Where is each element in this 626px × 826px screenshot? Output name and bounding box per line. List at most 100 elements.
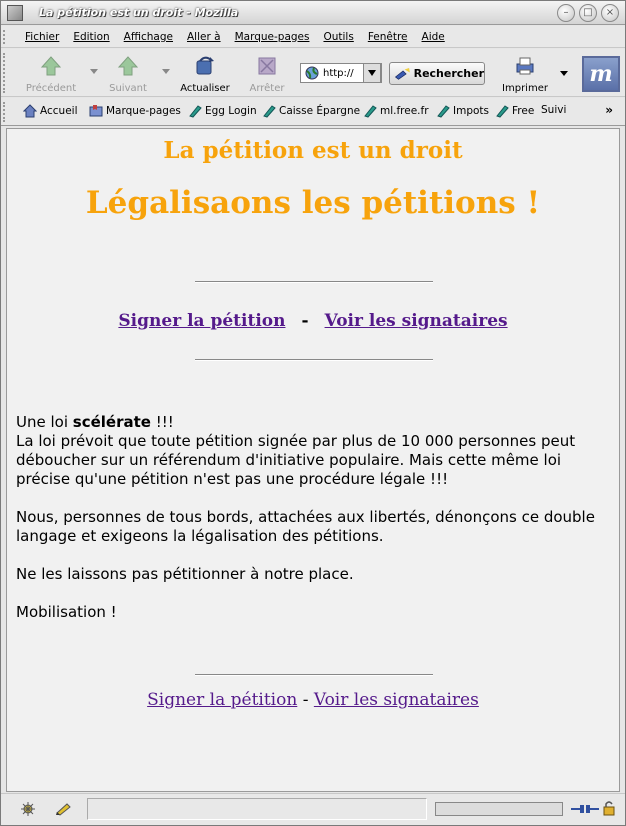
print-label: Imprimer [502, 83, 548, 94]
toolbar-grip[interactable] [3, 102, 9, 122]
print-dropdown[interactable] [560, 71, 568, 76]
forward-label: Suivant [109, 83, 147, 94]
paragraph-mobilisation: Mobilisation ! [16, 603, 117, 621]
minimize-button[interactable]: – [557, 4, 575, 22]
law-explanation: La loi prévoit que toute pétition signée… [16, 432, 576, 488]
paragraph-call: Ne les laissons pas pétitionner à notre … [16, 565, 354, 583]
bookmark-label: Marque-pages [106, 105, 181, 117]
sign-petition-link[interactable]: Signer la pétition [118, 311, 285, 331]
menu-view[interactable]: Affichage [124, 31, 173, 43]
bookmark-pen-icon [263, 105, 276, 118]
bookmarks-overflow-chevron-icon[interactable]: » [605, 103, 613, 117]
bookmark-label: Suivi [541, 104, 567, 116]
url-field[interactable]: http:// [300, 63, 382, 83]
link-separator: - [302, 690, 309, 710]
mail-pen-icon[interactable] [55, 801, 73, 817]
progress-bar [435, 802, 563, 816]
law-suffix: !!! [150, 413, 174, 431]
menu-window[interactable]: Fenêtre [368, 31, 408, 43]
forward-history-dropdown[interactable] [162, 69, 170, 74]
bottom-links: Signer la pétition - Voir les signataire… [7, 690, 619, 710]
bookmark-label: Caisse Épargne [279, 105, 361, 117]
bookmarks-folder-icon [89, 105, 103, 117]
url-dropdown-button[interactable] [363, 63, 381, 83]
paragraph-demand: Nous, personnes de tous bords, attachées… [16, 508, 595, 545]
mozilla-logo[interactable]: m [582, 56, 620, 92]
bookmark-free[interactable]: Free [495, 104, 534, 118]
search-button[interactable]: Rechercher [389, 62, 485, 85]
divider [195, 359, 433, 361]
bookmark-label: Accueil [40, 105, 78, 117]
sign-petition-link[interactable]: Signer la pétition [147, 690, 297, 710]
navigator-icon[interactable] [19, 801, 37, 817]
bookmark-label: Egg Login [205, 105, 257, 117]
menu-file[interactable]: Fichier [25, 31, 59, 43]
site-globe-icon [305, 66, 319, 80]
window-menu-icon[interactable] [7, 4, 23, 21]
maximize-button[interactable]: □ [579, 4, 597, 22]
forward-arrow-icon [117, 56, 139, 76]
toolbar-grip[interactable] [3, 30, 9, 44]
petition-text: Une loi scélérate !!! La loi prévoit que… [16, 413, 616, 641]
bookmark-pen-icon [496, 105, 509, 118]
view-signatories-link[interactable]: Voir les signataires [325, 311, 508, 331]
close-button[interactable]: × [601, 4, 619, 22]
printer-icon [516, 57, 534, 75]
bookmark-bookmarks-menu[interactable]: Marque-pages [89, 104, 181, 118]
menu-bookmarks[interactable]: Marque-pages [235, 31, 310, 43]
toolbar-grip[interactable] [3, 53, 9, 93]
bookmark-pen-icon [189, 105, 202, 118]
paragraph-law: Une loi scélérate !!! La loi prévoit que… [16, 413, 616, 489]
security-lock-icon[interactable] [602, 800, 616, 816]
search-label: Rechercher [413, 67, 484, 80]
bookmark-label: ml.free.fr [380, 105, 429, 117]
chevron-down-icon [368, 70, 376, 76]
divider [195, 674, 433, 676]
stop-button[interactable]: Arrêter [237, 53, 297, 94]
search-flashlight-icon [394, 67, 410, 80]
reload-label: Actualiser [180, 83, 230, 94]
back-history-dropdown[interactable] [90, 69, 98, 74]
bookmark-caisse-epargne[interactable]: Caisse Épargne [262, 104, 360, 118]
home-icon [23, 104, 37, 118]
browser-window: La pétition est un droit - Mozilla – □ ×… [0, 0, 626, 826]
reload-button[interactable]: Actualiser [175, 53, 235, 94]
bookmark-impots[interactable]: Impots [436, 104, 489, 118]
back-arrow-icon [40, 56, 62, 76]
page-content: La pétition est un droit Légalisaons les… [6, 128, 620, 792]
bookmark-pen-icon [364, 105, 377, 118]
url-text: http:// [323, 67, 354, 79]
bookmark-egg-login[interactable]: Egg Login [188, 104, 257, 118]
menu-tools[interactable]: Outils [323, 31, 353, 43]
online-connection-icon[interactable] [571, 802, 599, 816]
forward-button[interactable]: Suivant [98, 53, 158, 94]
bookmark-pen-icon [437, 105, 450, 118]
back-button[interactable]: Précédent [21, 53, 81, 94]
menu-edit[interactable]: Edition [73, 31, 109, 43]
bookmarks-toolbar: Accueil Marque-pages Egg Login Caisse Ép… [1, 98, 625, 126]
stop-label: Arrêter [249, 83, 285, 94]
status-bar [1, 793, 625, 825]
bookmark-home[interactable]: Accueil [23, 104, 78, 118]
window-controls: – □ × [557, 4, 619, 22]
menu-go[interactable]: Aller à [187, 31, 221, 43]
bookmark-ml-free[interactable]: ml.free.fr [363, 104, 429, 118]
print-button[interactable]: Imprimer [495, 53, 555, 94]
law-prefix: Une loi [16, 413, 73, 431]
stop-icon [258, 57, 276, 75]
law-bold-word: scélérate [72, 413, 151, 431]
view-signatories-link[interactable]: Voir les signataires [314, 690, 479, 710]
page-subtitle: La pétition est un droit [163, 137, 463, 164]
menu-help[interactable]: Aide [422, 31, 445, 43]
reload-icon [196, 56, 214, 75]
link-separator: - [301, 311, 309, 331]
back-label: Précédent [25, 83, 77, 94]
bookmark-label: Free [512, 105, 535, 117]
top-links: Signer la pétition - Voir les signataires [7, 311, 619, 331]
page-headline: Légalisaons les pétitions ! [85, 185, 541, 221]
bookmark-suivi[interactable]: Suivi [541, 104, 566, 116]
menu-bar: Fichier Edition Affichage Aller à Marque… [1, 26, 625, 48]
title-bar[interactable]: La pétition est un droit - Mozilla – □ × [1, 1, 625, 25]
window-title: La pétition est un droit - Mozilla [39, 6, 239, 19]
bookmark-label: Impots [453, 105, 490, 117]
